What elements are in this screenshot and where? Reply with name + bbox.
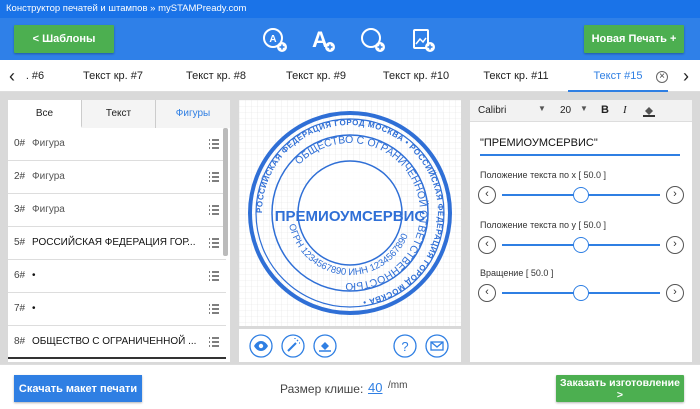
tab-7[interactable]: Текст кр. #7 xyxy=(68,60,158,92)
layer-label: ОБЩЕСТВО С ОГРАНИЧЕННОЙ ... xyxy=(32,336,197,347)
workspace: Все Текст Фигуры 0# Фигура 2# Фигура 3# … xyxy=(0,92,700,364)
svg-text:?: ? xyxy=(401,339,408,354)
chevron-down-icon[interactable]: ▼ xyxy=(580,104,588,113)
layer-number: 8# xyxy=(14,336,26,347)
tab-6[interactable]: . #6 xyxy=(20,60,50,92)
properties-panel: Calibri ▼ 20 ▼ B I "ПРЕМИОУМСЕРВИС" Поло… xyxy=(470,100,692,362)
svg-text:A: A xyxy=(269,34,276,45)
filter-text-tab[interactable]: Текст xyxy=(82,100,156,128)
add-text-icon[interactable]: A xyxy=(310,27,336,53)
layer-label: Фигура xyxy=(32,204,65,215)
layer-number: 7# xyxy=(14,303,26,314)
list-menu-icon[interactable] xyxy=(208,138,220,150)
layer-row[interactable]: 7# • xyxy=(8,293,226,326)
slider-x-label: Положение текста по x [ 50.0 ] xyxy=(480,170,607,180)
stamp-canvas[interactable]: РОССИЙСКАЯ ФЕДЕРАЦИЯ ГОРОД МОСКВА • РОСС… xyxy=(239,100,461,326)
layer-number: 2# xyxy=(14,171,26,182)
layer-number: 3# xyxy=(14,204,26,215)
slider-y-decrease[interactable]: ‹ xyxy=(478,236,496,254)
help-icon[interactable]: ? xyxy=(393,334,417,358)
bottom-bar: Скачать макет печати Размер клише: 40 /m… xyxy=(0,364,700,409)
layer-row[interactable]: 8# ОБЩЕСТВО С ОГРАНИЧЕННОЙ ... xyxy=(8,326,226,359)
layer-row[interactable]: 2# Фигура xyxy=(8,161,226,194)
font-toolbar: Calibri ▼ 20 ▼ B I xyxy=(470,100,692,122)
layers-panel: Все Текст Фигуры 0# Фигура 2# Фигура 3# … xyxy=(8,100,230,362)
tab-10[interactable]: Текст кр. #10 xyxy=(366,60,466,92)
cliche-size-label: Размер клише: xyxy=(280,382,364,396)
layer-number: 5# xyxy=(14,237,26,248)
layer-number: 0# xyxy=(14,138,26,149)
layer-row[interactable]: 0# Фигура xyxy=(8,128,226,161)
layer-row[interactable]: 6# • xyxy=(8,260,226,293)
text-value-field[interactable]: "ПРЕМИОУМСЕРВИС" xyxy=(480,130,680,156)
stamp-center-text[interactable]: ПРЕМИОУМСЕРВИС xyxy=(275,208,426,225)
rotation-thumb[interactable] xyxy=(573,285,589,301)
filter-all-tab[interactable]: Все xyxy=(8,100,82,128)
tab-close-icon[interactable]: × xyxy=(654,60,670,92)
layer-label: • xyxy=(32,303,36,314)
layer-label: • xyxy=(32,270,36,281)
order-production-button[interactable]: Заказать изготовление > xyxy=(556,375,684,402)
font-size-select[interactable]: 20 xyxy=(560,105,571,116)
layer-label: РОССИЙСКАЯ ФЕДЕРАЦИЯ ГОР... xyxy=(32,237,196,248)
mail-icon[interactable] xyxy=(425,334,449,358)
chevron-down-icon[interactable]: ▼ xyxy=(538,104,546,113)
tab-15[interactable]: Текст #15 xyxy=(568,60,668,92)
list-menu-icon[interactable] xyxy=(208,336,220,348)
layer-row[interactable]: 5# РОССИЙСКАЯ ФЕДЕРАЦИЯ ГОР... xyxy=(8,227,226,260)
stamp-preview: РОССИЙСКАЯ ФЕДЕРАЦИЯ ГОРОД МОСКВА • РОСС… xyxy=(239,100,461,326)
slider-y[interactable]: ‹ › xyxy=(478,236,684,254)
tab-11[interactable]: Текст кр. #11 xyxy=(466,60,566,92)
font-family-select[interactable]: Calibri xyxy=(478,105,506,116)
list-menu-icon[interactable] xyxy=(208,204,220,216)
fill-color-icon[interactable] xyxy=(642,104,656,118)
tabs-bar: ‹ . #6 Текст кр. #7 Текст кр. #8 Текст к… xyxy=(0,60,700,92)
slider-y-thumb[interactable] xyxy=(573,237,589,253)
italic-button[interactable]: I xyxy=(623,104,627,116)
slider-x-increase[interactable]: › xyxy=(666,186,684,204)
tab-8[interactable]: Текст кр. #8 xyxy=(166,60,266,92)
cliche-size-unit: /mm xyxy=(388,380,408,391)
layers-scrollbar[interactable] xyxy=(223,128,228,256)
layer-label: Фигура xyxy=(32,171,65,182)
templates-button[interactable]: < Шаблоны xyxy=(14,25,114,53)
slider-y-label: Положение текста по y [ 50.0 ] xyxy=(480,220,607,230)
rotation-slider[interactable]: ‹ › xyxy=(478,284,684,302)
list-menu-icon[interactable] xyxy=(208,237,220,249)
layer-row[interactable]: 3# Фигура xyxy=(8,194,226,227)
new-stamp-button[interactable]: Новая Печать + xyxy=(584,25,684,53)
filter-shapes-tab[interactable]: Фигуры xyxy=(156,100,230,128)
main-toolbar: < Шаблоны A A Новая Печать + xyxy=(0,18,700,60)
window-title: Конструктор печатей и штампов » mySTAMPr… xyxy=(0,0,700,18)
slider-x-decrease[interactable]: ‹ xyxy=(478,186,496,204)
tabs-prev-arrow[interactable]: ‹ xyxy=(2,60,22,92)
cliche-size-value[interactable]: 40 xyxy=(368,380,382,395)
eye-icon[interactable] xyxy=(249,334,273,358)
rotation-increase[interactable]: › xyxy=(666,284,684,302)
tabs-next-arrow[interactable]: › xyxy=(676,60,696,92)
layer-number: 6# xyxy=(14,270,26,281)
magic-wand-icon[interactable] xyxy=(281,334,305,358)
download-layout-button[interactable]: Скачать макет печати xyxy=(14,375,142,402)
fill-icon[interactable] xyxy=(313,334,337,358)
layer-label: Фигура xyxy=(32,138,65,149)
list-menu-icon[interactable] xyxy=(208,303,220,315)
close-icon: × xyxy=(656,71,668,83)
add-circle-text-icon[interactable]: A xyxy=(262,27,288,53)
add-image-icon[interactable] xyxy=(410,27,436,53)
slider-y-increase[interactable]: › xyxy=(666,236,684,254)
bold-button[interactable]: B xyxy=(601,104,609,116)
rotation-label: Вращение [ 50.0 ] xyxy=(480,268,554,278)
add-circle-icon[interactable] xyxy=(360,27,386,53)
tab-9[interactable]: Текст кр. #9 xyxy=(266,60,366,92)
canvas-toolbar: ? xyxy=(239,329,461,362)
slider-x[interactable]: ‹ › xyxy=(478,186,684,204)
rotation-decrease[interactable]: ‹ xyxy=(478,284,496,302)
list-menu-icon[interactable] xyxy=(208,171,220,183)
slider-x-thumb[interactable] xyxy=(573,187,589,203)
list-menu-icon[interactable] xyxy=(208,270,220,282)
layer-filter-tabs: Все Текст Фигуры xyxy=(8,100,230,128)
